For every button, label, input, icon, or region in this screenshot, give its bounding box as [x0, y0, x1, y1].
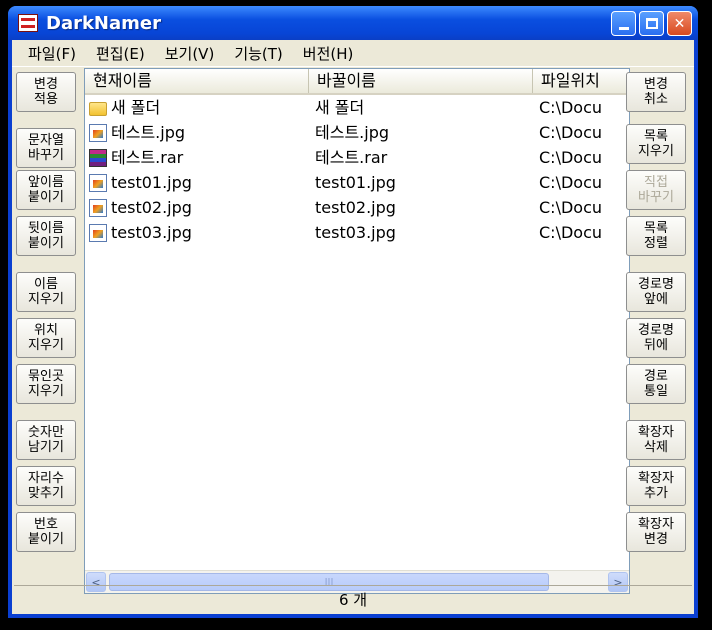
current-name: test02.jpg	[111, 198, 192, 217]
current-name: test03.jpg	[111, 223, 192, 242]
jpg-file-icon	[89, 198, 107, 217]
column-location[interactable]: 파일위치	[533, 69, 629, 93]
close-icon: ✕	[673, 15, 686, 32]
delete-extension-button[interactable]: 확장자 삭제	[626, 420, 686, 460]
menu-view[interactable]: 보기(V)	[155, 43, 225, 64]
table-row[interactable]: 테스트.jpg 테스트.jpg C:\Docu	[85, 120, 629, 145]
menu-file[interactable]: 파일(F)	[18, 43, 86, 64]
delete-name-button[interactable]: 이름 지우기	[16, 272, 76, 312]
delete-position-button[interactable]: 위치 지우기	[16, 318, 76, 358]
table-row[interactable]: test02.jpg test02.jpg C:\Docu	[85, 195, 629, 220]
keep-numbers-button[interactable]: 숫자만 남기기	[16, 420, 76, 460]
current-name: 테스트.rar	[111, 148, 184, 167]
file-location: C:\Docu	[539, 223, 602, 242]
app-window: DarkNamer ✕ 파일(F) 편집(E) 보기(V) 기능(T) 버전(H…	[8, 6, 698, 618]
file-location: C:\Docu	[539, 198, 602, 217]
new-name: 테스트.jpg	[315, 123, 390, 142]
menu-tools[interactable]: 기능(T)	[224, 43, 292, 64]
jpg-file-icon	[89, 223, 107, 242]
path-suffix-button[interactable]: 경로명 뒤에	[626, 318, 686, 358]
direct-rename-button[interactable]: 직접 바꾸기	[626, 170, 686, 210]
table-row[interactable]: test01.jpg test01.jpg C:\Docu	[85, 170, 629, 195]
apply-changes-button[interactable]: 변경 적용	[16, 72, 76, 112]
close-button[interactable]: ✕	[667, 11, 692, 36]
minimize-icon	[618, 27, 629, 30]
undo-changes-button[interactable]: 변경 취소	[626, 72, 686, 112]
column-new-name[interactable]: 바꿀이름	[309, 69, 533, 93]
path-prefix-button[interactable]: 경로명 앞에	[626, 272, 686, 312]
rar-file-icon	[89, 148, 107, 167]
menu-bar: 파일(F) 편집(E) 보기(V) 기능(T) 버전(H)	[12, 40, 694, 67]
maximize-icon	[645, 18, 658, 29]
column-current-name[interactable]: 현재이름	[85, 69, 309, 93]
file-location: C:\Docu	[539, 123, 602, 142]
unify-path-button[interactable]: 경로 통일	[626, 364, 686, 404]
menu-edit[interactable]: 편집(E)	[86, 43, 155, 64]
add-number-button[interactable]: 번호 붙이기	[16, 512, 76, 552]
file-location: C:\Docu	[539, 173, 602, 192]
list-header: 현재이름 바꿀이름 파일위치	[85, 69, 629, 95]
add-prefix-button[interactable]: 앞이름 붙이기	[16, 170, 76, 210]
jpg-file-icon	[89, 173, 107, 192]
new-name: 테스트.rar	[315, 148, 388, 167]
client-area: 파일(F) 편집(E) 보기(V) 기능(T) 버전(H) 변경 적용 문자열 …	[12, 40, 694, 614]
file-location: C:\Docu	[539, 98, 602, 117]
item-count: 6 개	[338, 590, 368, 609]
file-list[interactable]: 현재이름 바꿀이름 파일위치 새 폴더 새 폴더 C:\Docu 테스트.jpg…	[84, 68, 630, 594]
table-row[interactable]: test03.jpg test03.jpg C:\Docu	[85, 220, 629, 245]
menu-version[interactable]: 버전(H)	[293, 43, 364, 64]
jpg-file-icon	[89, 123, 107, 142]
app-icon[interactable]	[18, 14, 38, 32]
clear-list-button[interactable]: 목록 지우기	[626, 124, 686, 164]
add-suffix-button[interactable]: 뒷이름 붙이기	[16, 216, 76, 256]
sort-list-button[interactable]: 목록 정렬	[626, 216, 686, 256]
new-name: test01.jpg	[315, 173, 396, 192]
new-name: test02.jpg	[315, 198, 396, 217]
change-extension-button[interactable]: 확장자 변경	[626, 512, 686, 552]
minimize-button[interactable]	[611, 11, 636, 36]
folder-icon	[89, 101, 107, 116]
pad-digits-button[interactable]: 자리수 맞추기	[16, 466, 76, 506]
current-name: 새 폴더	[111, 98, 161, 117]
window-title: DarkNamer	[46, 12, 161, 34]
table-row[interactable]: 테스트.rar 테스트.rar C:\Docu	[85, 145, 629, 170]
add-extension-button[interactable]: 확장자 추가	[626, 466, 686, 506]
table-row[interactable]: 새 폴더 새 폴더 C:\Docu	[85, 95, 629, 120]
status-bar: 6 개	[14, 585, 692, 612]
current-name: 테스트.jpg	[111, 123, 186, 142]
file-location: C:\Docu	[539, 148, 602, 167]
current-name: test01.jpg	[111, 173, 192, 192]
maximize-button[interactable]	[639, 11, 664, 36]
replace-string-button[interactable]: 문자열 바꾸기	[16, 128, 76, 168]
new-name: 새 폴더	[315, 98, 365, 117]
title-bar[interactable]: DarkNamer ✕	[8, 6, 698, 40]
new-name: test03.jpg	[315, 223, 396, 242]
delete-bracketed-button[interactable]: 묶인곳 지우기	[16, 364, 76, 404]
